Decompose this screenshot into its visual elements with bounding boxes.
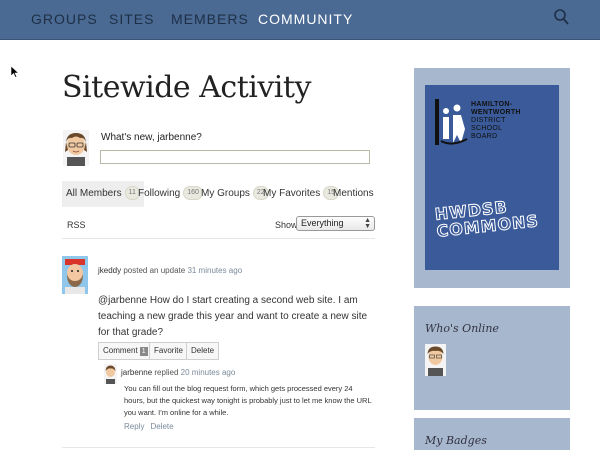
search-icon[interactable] bbox=[553, 8, 569, 26]
tab-my-favorites[interactable]: My Favorites 15 bbox=[263, 181, 340, 207]
tab-following[interactable]: Following 160 bbox=[138, 181, 203, 207]
page-title: Sitewide Activity bbox=[62, 70, 311, 105]
comment-button[interactable]: Comment 1 bbox=[98, 342, 153, 360]
activity-action-text: posted an update bbox=[123, 266, 186, 275]
nav-community[interactable]: COMMUNITY bbox=[258, 11, 353, 27]
tab-label: All Members bbox=[66, 188, 122, 199]
activity-header: jkeddy posted an update 31 minutes ago bbox=[98, 266, 242, 275]
reply-timestamp[interactable]: 20 minutes ago bbox=[181, 368, 236, 377]
reply-author-avatar[interactable] bbox=[104, 364, 117, 384]
comment-count-badge: 1 bbox=[139, 347, 148, 356]
reply-actions: Reply Delete bbox=[124, 422, 180, 431]
tab-label: My Favorites bbox=[263, 188, 321, 199]
delete-button[interactable]: Delete bbox=[186, 342, 220, 360]
whos-online-widget: Who's Online bbox=[414, 306, 570, 410]
divider bbox=[62, 447, 375, 448]
online-user-avatar[interactable] bbox=[425, 344, 446, 376]
tab-label: Following bbox=[138, 188, 181, 199]
tab-count-badge: 160 bbox=[183, 186, 203, 201]
mouse-cursor-icon bbox=[11, 66, 19, 78]
whos-online-title: Who's Online bbox=[425, 322, 499, 335]
tab-label: My Groups bbox=[201, 188, 250, 199]
reply-action-text: replied bbox=[154, 368, 179, 377]
show-filter-select[interactable]: Everything ▲ ▼ bbox=[296, 216, 375, 231]
tab-my-groups[interactable]: My Groups 22 bbox=[201, 181, 269, 207]
reply-header: jarbenne replied 20 minutes ago bbox=[121, 368, 235, 377]
hwdsb-commons-logo[interactable]: HAMILTON- WENTWORTH DISTRICT SCHOOL BOAR… bbox=[425, 85, 559, 270]
select-arrows-icon: ▲ ▼ bbox=[364, 217, 371, 230]
my-badges-widget: My Badges bbox=[414, 418, 570, 450]
reply-delete-link[interactable]: Delete bbox=[150, 422, 173, 431]
top-nav-bar: GROUPS SITES MEMBERS COMMUNITY bbox=[0, 0, 600, 40]
hwdsb-logo-icon bbox=[435, 99, 468, 145]
comment-label: Comment bbox=[103, 346, 138, 355]
activity-author-avatar[interactable] bbox=[62, 256, 88, 294]
my-badges-title: My Badges bbox=[425, 434, 487, 447]
user-avatar[interactable] bbox=[63, 130, 89, 166]
tab-label: Mentions bbox=[333, 188, 374, 199]
favorite-button[interactable]: Favorite bbox=[149, 342, 188, 360]
activity-timestamp[interactable]: 31 minutes ago bbox=[187, 266, 242, 275]
nav-sites[interactable]: SITES bbox=[109, 11, 154, 27]
reply-link[interactable]: Reply bbox=[124, 422, 144, 431]
divider bbox=[62, 238, 375, 239]
logo-text: HAMILTON- WENTWORTH DISTRICT SCHOOL BOAR… bbox=[471, 101, 521, 140]
activity-tabs: All Members 11 Following 160 My Groups 22 M… bbox=[62, 181, 382, 207]
commons-wordmark: HWDSB COMMONS bbox=[433, 197, 540, 241]
whats-new-textarea[interactable] bbox=[100, 150, 370, 164]
tab-all-members[interactable]: All Members 11 bbox=[62, 181, 144, 207]
activity-author-link[interactable]: jkeddy bbox=[98, 266, 121, 275]
nav-groups[interactable]: GROUPS bbox=[31, 11, 98, 27]
whats-new-label: What's new, jarbenne? bbox=[101, 132, 202, 143]
nav-members[interactable]: MEMBERS bbox=[171, 11, 249, 27]
reply-body: You can fill out the blog request form, … bbox=[124, 384, 372, 417]
reply-author-link[interactable]: jarbenne bbox=[121, 368, 152, 377]
rss-link[interactable]: RSS bbox=[67, 220, 86, 230]
tab-mentions[interactable]: Mentions bbox=[333, 181, 374, 207]
activity-body: @jarbenne How do I start creating a seco… bbox=[98, 295, 368, 338]
show-filter-value: Everything bbox=[301, 218, 344, 228]
sidebar-logo-widget: HAMILTON- WENTWORTH DISTRICT SCHOOL BOAR… bbox=[414, 68, 570, 288]
